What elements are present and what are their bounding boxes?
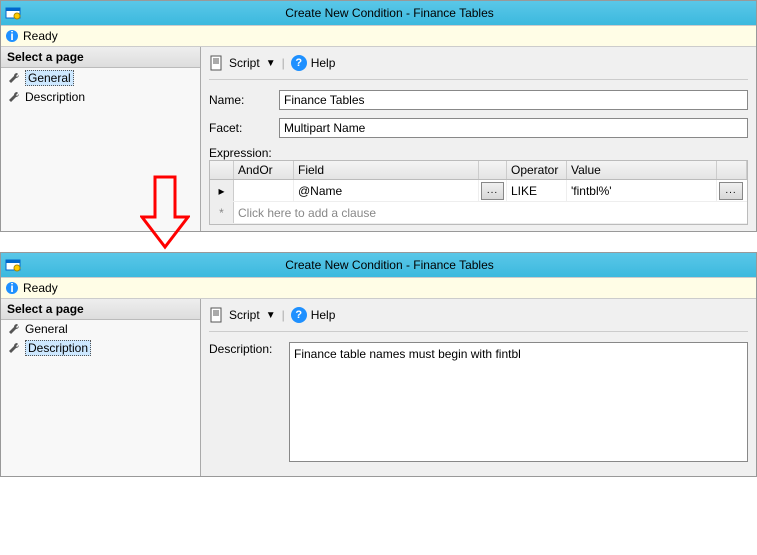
toolbar: Script ▼ | ? Help	[209, 53, 748, 80]
svg-text:i: i	[10, 281, 13, 295]
sidebar-item-label: Description	[25, 90, 85, 104]
cell-field[interactable]: @Name	[294, 180, 479, 201]
cell-value-browse: ...	[717, 180, 747, 201]
new-row-icon: *	[210, 202, 234, 223]
sidebar-heading: Select a page	[1, 299, 200, 320]
help-icon: ?	[291, 55, 307, 71]
cell-value[interactable]: 'fintbl%'	[567, 180, 717, 201]
description-field[interactable]	[289, 342, 748, 462]
titlebar: Create New Condition - Finance Tables	[1, 253, 756, 277]
column-header-field[interactable]: Field	[294, 161, 479, 179]
cell-operator[interactable]: LIKE	[507, 180, 567, 201]
column-header-value[interactable]: Value	[567, 161, 717, 179]
name-field[interactable]	[279, 90, 748, 110]
cell-andor[interactable]	[234, 180, 294, 201]
content-description: Script ▼ | ? Help Description:	[201, 299, 756, 476]
help-button[interactable]: Help	[311, 308, 336, 322]
script-button[interactable]: Script	[229, 56, 260, 70]
browse-field-button[interactable]: ...	[481, 182, 504, 200]
column-header-operator[interactable]: Operator	[507, 161, 567, 179]
add-clause-placeholder[interactable]: Click here to add a clause	[234, 202, 747, 223]
name-label: Name:	[209, 93, 279, 107]
window-title: Create New Condition - Finance Tables	[27, 6, 752, 20]
window-general: Create New Condition - Finance Tables i …	[0, 0, 757, 232]
toolbar-separator: |	[282, 308, 285, 322]
help-button[interactable]: Help	[311, 56, 336, 70]
script-dropdown-icon[interactable]: ▼	[266, 310, 276, 321]
wrench-icon	[7, 90, 21, 104]
new-row[interactable]: * Click here to add a clause	[210, 202, 747, 224]
script-icon	[209, 55, 225, 71]
sidebar-heading: Select a page	[1, 47, 200, 68]
sidebar-item-label: General	[25, 70, 74, 86]
expression-grid: AndOr Field Operator Value ▸ @Name ... L…	[209, 160, 748, 225]
column-header-andor[interactable]: AndOr	[234, 161, 294, 179]
help-icon: ?	[291, 307, 307, 323]
app-icon	[5, 257, 21, 273]
window-title: Create New Condition - Finance Tables	[27, 258, 752, 272]
expression-label: Expression:	[209, 146, 748, 160]
row-selector-icon[interactable]: ▸	[210, 180, 234, 201]
wrench-icon	[7, 71, 21, 85]
sidebar-item-label: General	[25, 322, 68, 336]
content-general: Script ▼ | ? Help Name: Facet: Expressio…	[201, 47, 756, 231]
status-text: Ready	[23, 29, 58, 43]
script-button[interactable]: Script	[229, 308, 260, 322]
description-label: Description:	[209, 342, 289, 356]
window-description: Create New Condition - Finance Tables i …	[0, 252, 757, 477]
status-text: Ready	[23, 281, 58, 295]
grid-header-row: AndOr Field Operator Value	[210, 161, 747, 180]
script-dropdown-icon[interactable]: ▼	[266, 58, 276, 69]
cell-field-browse: ...	[479, 180, 507, 201]
sidebar-item-general[interactable]: General	[1, 320, 200, 338]
sidebar-item-general[interactable]: General	[1, 68, 200, 88]
wrench-icon	[7, 322, 21, 336]
annotation-arrow-icon	[140, 172, 190, 252]
facet-field[interactable]	[279, 118, 748, 138]
toolbar-separator: |	[282, 56, 285, 70]
column-header-value-browse	[717, 161, 747, 179]
script-icon	[209, 307, 225, 323]
app-icon	[5, 5, 21, 21]
status-bar: i Ready	[1, 277, 756, 299]
svg-text:i: i	[10, 29, 13, 43]
browse-value-button[interactable]: ...	[719, 182, 743, 200]
facet-label: Facet:	[209, 121, 279, 135]
sidebar-item-description[interactable]: Description	[1, 338, 200, 358]
grid-corner	[210, 161, 234, 179]
sidebar-item-description[interactable]: Description	[1, 88, 200, 106]
column-header-field-browse	[479, 161, 507, 179]
titlebar: Create New Condition - Finance Tables	[1, 1, 756, 25]
info-icon: i	[5, 281, 19, 295]
table-row[interactable]: ▸ @Name ... LIKE 'fintbl%' ...	[210, 180, 747, 202]
info-icon: i	[5, 29, 19, 43]
sidebar: Select a page General Description	[1, 299, 201, 476]
wrench-icon	[7, 341, 21, 355]
sidebar-item-label: Description	[25, 340, 91, 356]
toolbar: Script ▼ | ? Help	[209, 305, 748, 332]
status-bar: i Ready	[1, 25, 756, 47]
